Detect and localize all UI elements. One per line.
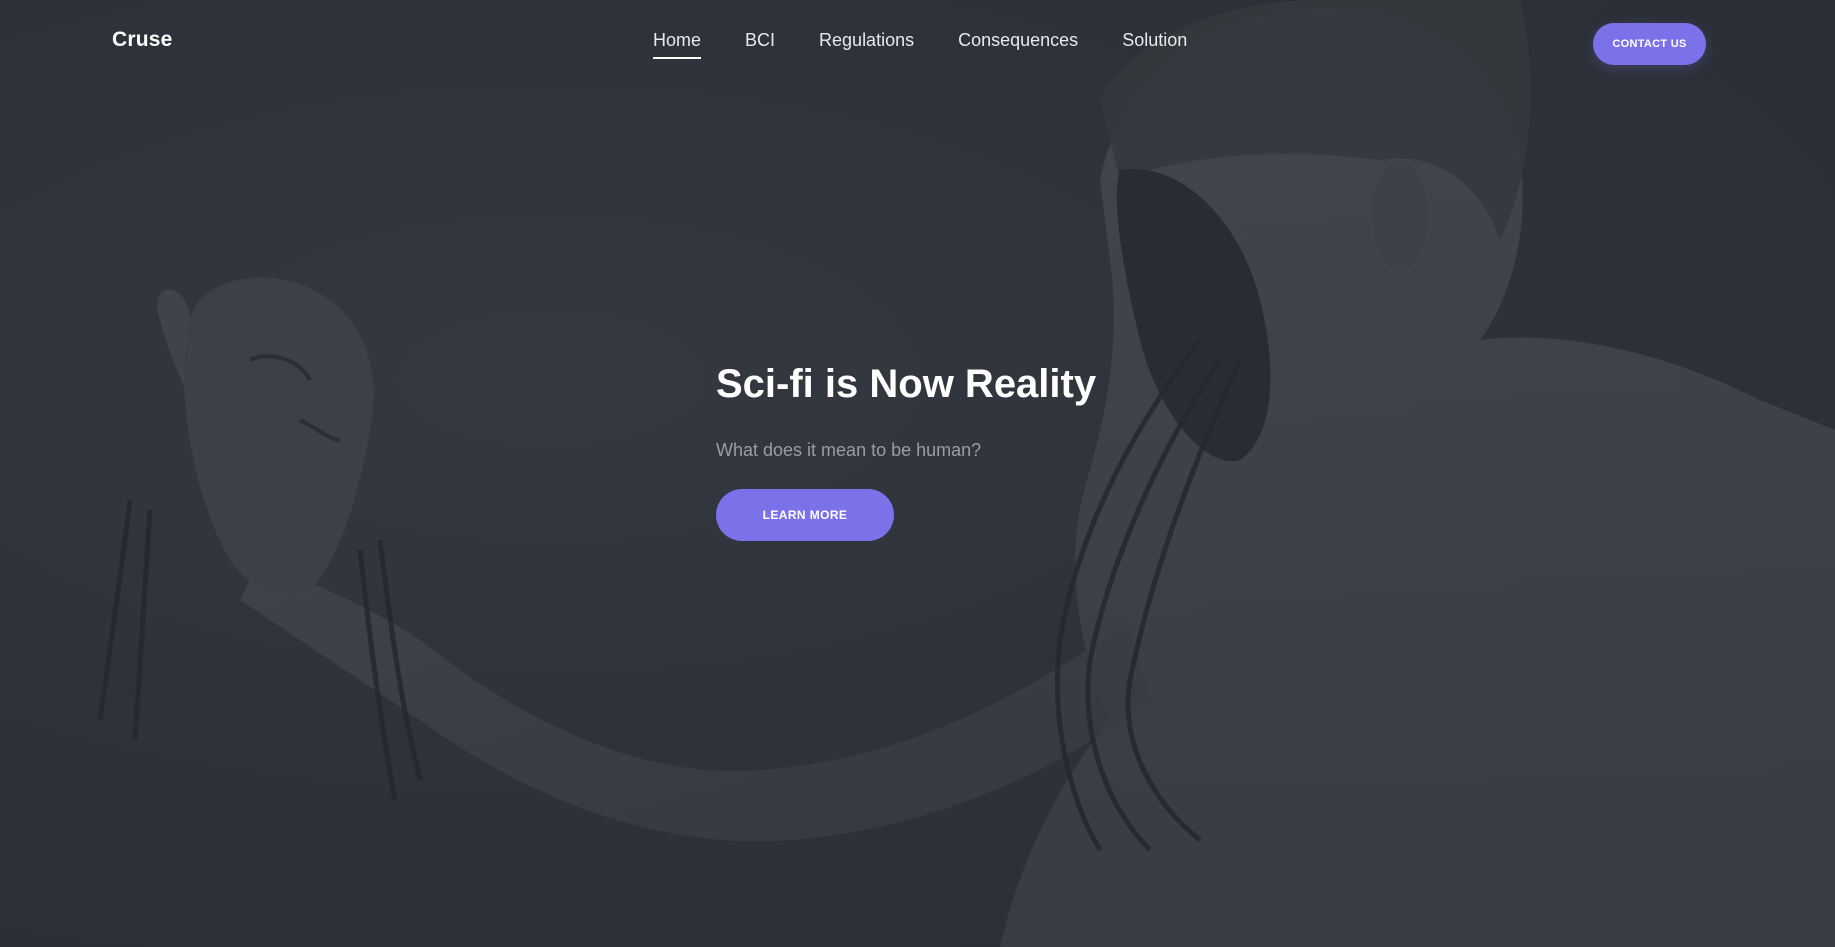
hero-title: Sci-fi is Now Reality (716, 362, 1097, 406)
nav-item-solution[interactable]: Solution (1122, 30, 1187, 57)
contact-us-button[interactable]: CONTACT US (1593, 23, 1706, 65)
nav-item-regulations[interactable]: Regulations (819, 30, 914, 57)
learn-more-button[interactable]: LEARN MORE (716, 489, 894, 541)
nav-item-bci[interactable]: BCI (745, 30, 775, 57)
main-nav: Home BCI Regulations Consequences Soluti… (653, 30, 1231, 59)
nav-item-home[interactable]: Home (653, 30, 702, 59)
nav-item-consequences[interactable]: Consequences (958, 30, 1078, 57)
hero-subtitle: What does it mean to be human? (716, 440, 982, 460)
brand-logo[interactable]: Cruse (112, 28, 173, 52)
hero-section (0, 0, 1835, 947)
hero-overlay (0, 0, 1835, 947)
